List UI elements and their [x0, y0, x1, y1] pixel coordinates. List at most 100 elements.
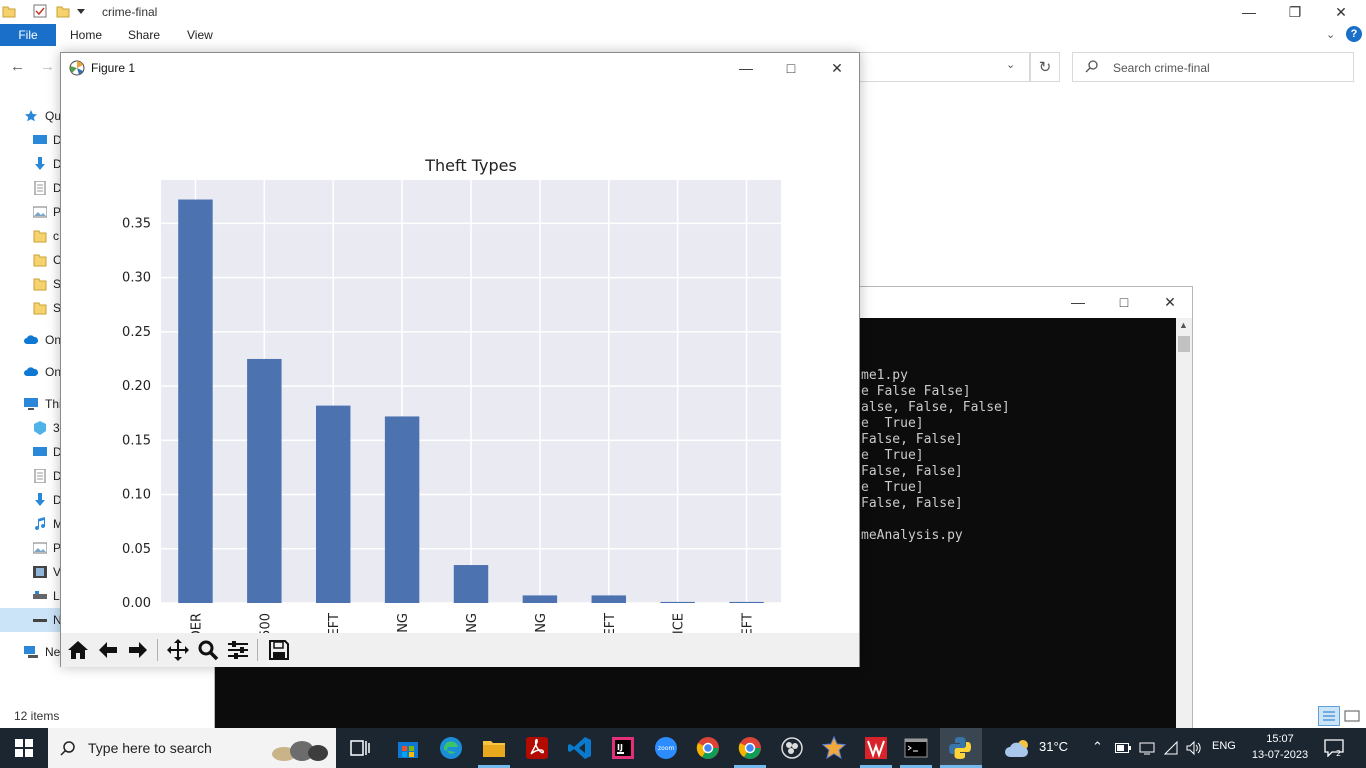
music-icon [35, 517, 46, 531]
zoom-app-icon[interactable]: zoom [654, 736, 678, 760]
maximize-button[interactable]: □ [768, 56, 814, 80]
pictures-icon [33, 206, 47, 218]
x-tick-label: UILDING [396, 613, 411, 633]
expand-ribbon-icon[interactable]: ⌄ [1326, 28, 1335, 41]
y-tick-label: 0.25 [122, 325, 151, 340]
svg-text:IJ: IJ [617, 743, 623, 752]
console-line: e True] [861, 416, 924, 431]
pan-button[interactable] [163, 635, 193, 665]
vector-app-icon[interactable] [864, 736, 888, 760]
bar [591, 595, 626, 603]
chrome-icon[interactable] [738, 736, 762, 760]
y-tick-label: 0.00 [122, 596, 151, 611]
scrollbar[interactable]: ▲ [1176, 318, 1192, 729]
close-button[interactable]: ✕ [1318, 0, 1364, 24]
minimize-button[interactable]: — [1226, 0, 1272, 24]
details-view-icon[interactable] [1318, 706, 1340, 726]
edge-browser-icon[interactable] [439, 736, 463, 760]
y-tick-label: 0.20 [122, 379, 151, 394]
search-input[interactable]: Search crime-final [1072, 52, 1354, 82]
y-tick-label: 0.05 [122, 542, 151, 557]
scrollbar-thumb[interactable] [1178, 336, 1190, 352]
notifications-icon[interactable]: 2 [1324, 739, 1344, 757]
vscode-icon[interactable] [568, 736, 592, 760]
minimize-button[interactable]: — [723, 56, 769, 80]
microsoft-store-icon[interactable] [396, 736, 420, 760]
star-app-icon[interactable] [822, 736, 846, 760]
volume-icon[interactable] [1186, 740, 1202, 756]
x-tick-label: DEVICE [672, 613, 687, 633]
forward-button[interactable] [123, 635, 153, 665]
zoom-button[interactable] [193, 635, 223, 665]
search-icon [1085, 60, 1098, 73]
intellij-icon[interactable]: IJ [611, 736, 635, 760]
back-button[interactable] [93, 635, 123, 665]
pan-icon [167, 639, 189, 661]
new-folder-icon[interactable] [56, 4, 70, 18]
restore-button[interactable]: ❐ [1272, 0, 1318, 24]
bar [522, 595, 558, 603]
help-icon[interactable]: ? [1346, 26, 1362, 42]
network-status-icon[interactable] [1139, 740, 1155, 756]
videos-icon [33, 566, 47, 578]
chrome-icon[interactable] [696, 736, 720, 760]
close-button[interactable]: ✕ [1147, 290, 1193, 314]
console-line: False, False] [861, 432, 963, 447]
properties-icon[interactable] [33, 4, 47, 18]
task-view-icon[interactable] [348, 736, 372, 760]
clock[interactable]: 15:07 13-07-2023 [1250, 731, 1310, 763]
address-bar[interactable] [860, 52, 1030, 82]
chevron-down-icon[interactable] [76, 6, 86, 16]
taskbar-search-box[interactable]: Type here to search [48, 728, 336, 768]
chevron-down-icon[interactable]: ⌄ [1006, 58, 1015, 71]
command-prompt-icon[interactable] [904, 736, 928, 760]
tab-view[interactable]: View [187, 28, 213, 42]
refresh-button[interactable]: ↻ [1030, 52, 1060, 82]
x-tick-label: TCHING [534, 613, 549, 633]
bar-chart: 0.00 0.05 0.10 0.15 0.20 0.25 0.30 0.35 UNDER ER … [122, 156, 781, 633]
save-button[interactable] [264, 635, 294, 665]
tab-home[interactable]: Home [70, 28, 102, 42]
onedrive-icon [24, 335, 38, 344]
y-tick-label: 0.30 [122, 271, 151, 286]
minimize-button[interactable]: — [1055, 290, 1101, 314]
bar [660, 601, 695, 603]
desktop-icon [33, 135, 47, 144]
tab-file[interactable]: File [0, 24, 56, 46]
acrobat-icon[interactable] [525, 736, 549, 760]
console-line: meAnalysis.py [861, 528, 963, 543]
folder-icon [33, 278, 47, 291]
weather-cloud-icon[interactable] [1003, 737, 1033, 759]
maximize-button[interactable]: □ [1101, 290, 1147, 314]
file-explorer-icon[interactable] [482, 736, 506, 760]
close-button[interactable]: ✕ [814, 56, 860, 80]
battery-icon[interactable] [1115, 742, 1131, 754]
window-title: crime-final [102, 5, 158, 19]
forward-arrow-icon[interactable]: → [40, 58, 55, 75]
scroll-up-icon[interactable]: ▲ [1179, 320, 1188, 330]
figure-canvas[interactable]: 0.00 0.05 0.10 0.15 0.20 0.25 0.30 0.35 UNDER ER … [61, 83, 859, 633]
home-button[interactable] [63, 635, 93, 665]
y-tick-label: 0.35 [122, 216, 151, 231]
input-language[interactable]: ENG [1212, 740, 1236, 752]
python-icon[interactable] [948, 736, 972, 760]
large-icons-view-icon[interactable] [1342, 706, 1362, 726]
weather-temperature[interactable]: 31°C [1039, 739, 1068, 754]
obs-icon[interactable] [780, 736, 804, 760]
bar [384, 416, 420, 603]
toolbar-separator [157, 639, 158, 661]
console-line: False, False] [861, 464, 963, 479]
back-arrow-icon[interactable]: ← [10, 58, 25, 75]
download-icon [35, 157, 45, 170]
toolbar-separator [257, 639, 258, 661]
show-hidden-icons-icon[interactable]: ⌃ [1092, 739, 1103, 755]
tab-share[interactable]: Share [128, 28, 160, 42]
windows-start-icon[interactable] [15, 739, 33, 757]
bar [247, 358, 282, 603]
x-tick-label: THEFT [603, 613, 618, 633]
zoom-icon [198, 640, 219, 661]
configure-subplots-button[interactable] [223, 635, 253, 665]
wifi-icon[interactable] [1163, 740, 1179, 756]
bar [453, 565, 489, 603]
